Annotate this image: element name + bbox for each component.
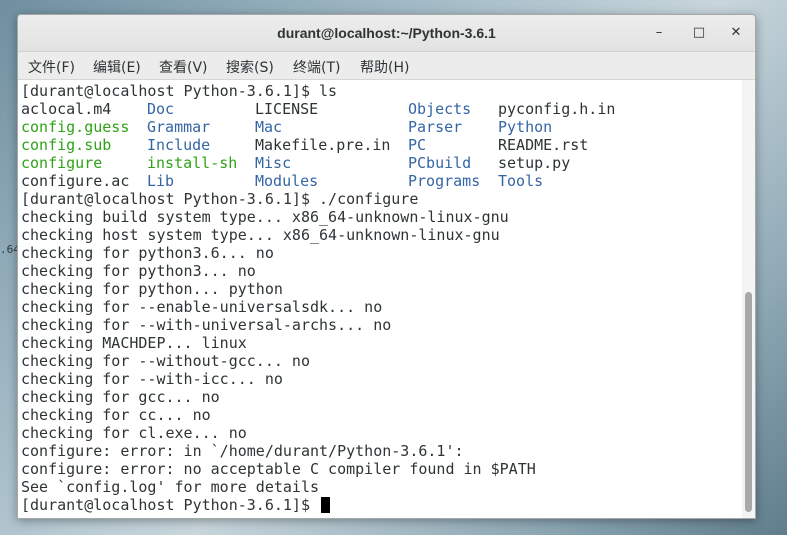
output-line: checking host system type... x86_64-unkn…: [21, 226, 500, 244]
ls-entry: LICENSE: [255, 100, 319, 118]
ls-entry-dir: Python: [498, 118, 553, 136]
ls-entry-dir: Objects: [408, 100, 472, 118]
terminal-window: durant@localhost:~/Python-3.6.1 – □ ✕ 文件…: [17, 14, 756, 519]
ls-row: configure.ac Lib Modules Programs Tools: [21, 172, 543, 190]
ls-entry: configure.ac: [21, 172, 130, 190]
ls-entry-dir: Parser: [408, 118, 463, 136]
ls-entry-dir: Misc: [255, 154, 292, 172]
output-line: checking for --with-icc... no: [21, 370, 283, 388]
terminal-output[interactable]: [durant@localhost Python-3.6.1]$ ls aclo…: [18, 80, 742, 518]
error-line: configure: error: no acceptable C compil…: [21, 460, 536, 478]
desktop-text-fragment: .64: [0, 243, 18, 256]
title-bar[interactable]: durant@localhost:~/Python-3.6.1 – □ ✕: [18, 15, 755, 52]
prompt-line: [durant@localhost Python-3.6.1]$ ls: [21, 82, 338, 100]
ls-entry-exec: install-sh: [147, 154, 238, 172]
ls-row: config.guess Grammar Mac Parser Python: [21, 118, 552, 136]
ls-entry-exec: configure: [21, 154, 103, 172]
output-line: checking build system type... x86_64-unk…: [21, 208, 509, 226]
menu-terminal[interactable]: 终端(T): [293, 57, 340, 77]
prompt-text: [durant@localhost Python-3.6.1]$: [21, 496, 320, 514]
ls-entry: aclocal.m4: [21, 100, 112, 118]
close-button[interactable]: ✕: [727, 24, 745, 42]
menu-bar: 文件(F) 编辑(E) 查看(V) 搜索(S) 终端(T) 帮助(H): [18, 52, 755, 80]
window-title: durant@localhost:~/Python-3.6.1: [277, 25, 496, 41]
output-line: checking for python3.6... no: [21, 244, 274, 262]
ls-row: config.sub Include Makefile.pre.in PC RE…: [21, 136, 588, 154]
menu-edit[interactable]: 编辑(E): [93, 57, 141, 77]
ls-entry-exec: config.sub: [21, 136, 112, 154]
ls-entry-dir: PCbuild: [408, 154, 472, 172]
ls-entry-dir: Modules: [255, 172, 319, 190]
menu-file[interactable]: 文件(F): [28, 57, 75, 77]
output-line: checking for cl.exe... no: [21, 424, 247, 442]
text-cursor: [321, 497, 331, 513]
minimize-button[interactable]: –: [650, 24, 668, 42]
vertical-scrollbar[interactable]: [742, 80, 755, 518]
ls-entry-dir: Tools: [498, 172, 544, 190]
output-line: checking for python3... no: [21, 262, 256, 280]
ls-entry: README.rst: [498, 136, 589, 154]
output-line: checking for --enable-universalsdk... no: [21, 298, 383, 316]
output-line: checking for --without-gcc... no: [21, 352, 310, 370]
menu-view[interactable]: 查看(V): [159, 57, 208, 77]
ls-entry: setup.py: [498, 154, 571, 172]
ls-row: aclocal.m4 Doc LICENSE Objects pyconfig.…: [21, 100, 615, 118]
prompt-line: [durant@localhost Python-3.6.1]$ ./confi…: [21, 190, 419, 208]
maximize-button[interactable]: □: [690, 24, 708, 42]
ls-entry-exec: config.guess: [21, 118, 130, 136]
output-line: checking for gcc... no: [21, 388, 220, 406]
menu-help[interactable]: 帮助(H): [360, 57, 409, 77]
scrollbar-thumb[interactable]: [745, 292, 752, 512]
ls-entry-dir: Grammar: [147, 118, 211, 136]
ls-entry-dir: Lib: [147, 172, 175, 190]
ls-entry-dir: Doc: [147, 100, 175, 118]
ls-entry-dir: Include: [147, 136, 211, 154]
ls-entry-dir: Programs: [408, 172, 481, 190]
ls-entry-dir: Mac: [255, 118, 283, 136]
output-line: checking for python... python: [21, 280, 283, 298]
output-line: checking for cc... no: [21, 406, 211, 424]
output-line: checking for --with-universal-archs... n…: [21, 316, 392, 334]
ls-entry-dir: PC: [408, 136, 427, 154]
output-line: checking MACHDEP... linux: [21, 334, 247, 352]
ls-entry: pyconfig.h.in: [498, 100, 616, 118]
ls-entry: Makefile.pre.in: [255, 136, 391, 154]
output-line: See `config.log' for more details: [21, 478, 320, 496]
current-prompt-line[interactable]: [durant@localhost Python-3.6.1]$: [21, 496, 331, 514]
menu-search[interactable]: 搜索(S): [226, 57, 274, 77]
ls-row: configure install-sh Misc PCbuild setup.…: [21, 154, 570, 172]
error-line: configure: error: in `/home/durant/Pytho…: [21, 442, 464, 460]
